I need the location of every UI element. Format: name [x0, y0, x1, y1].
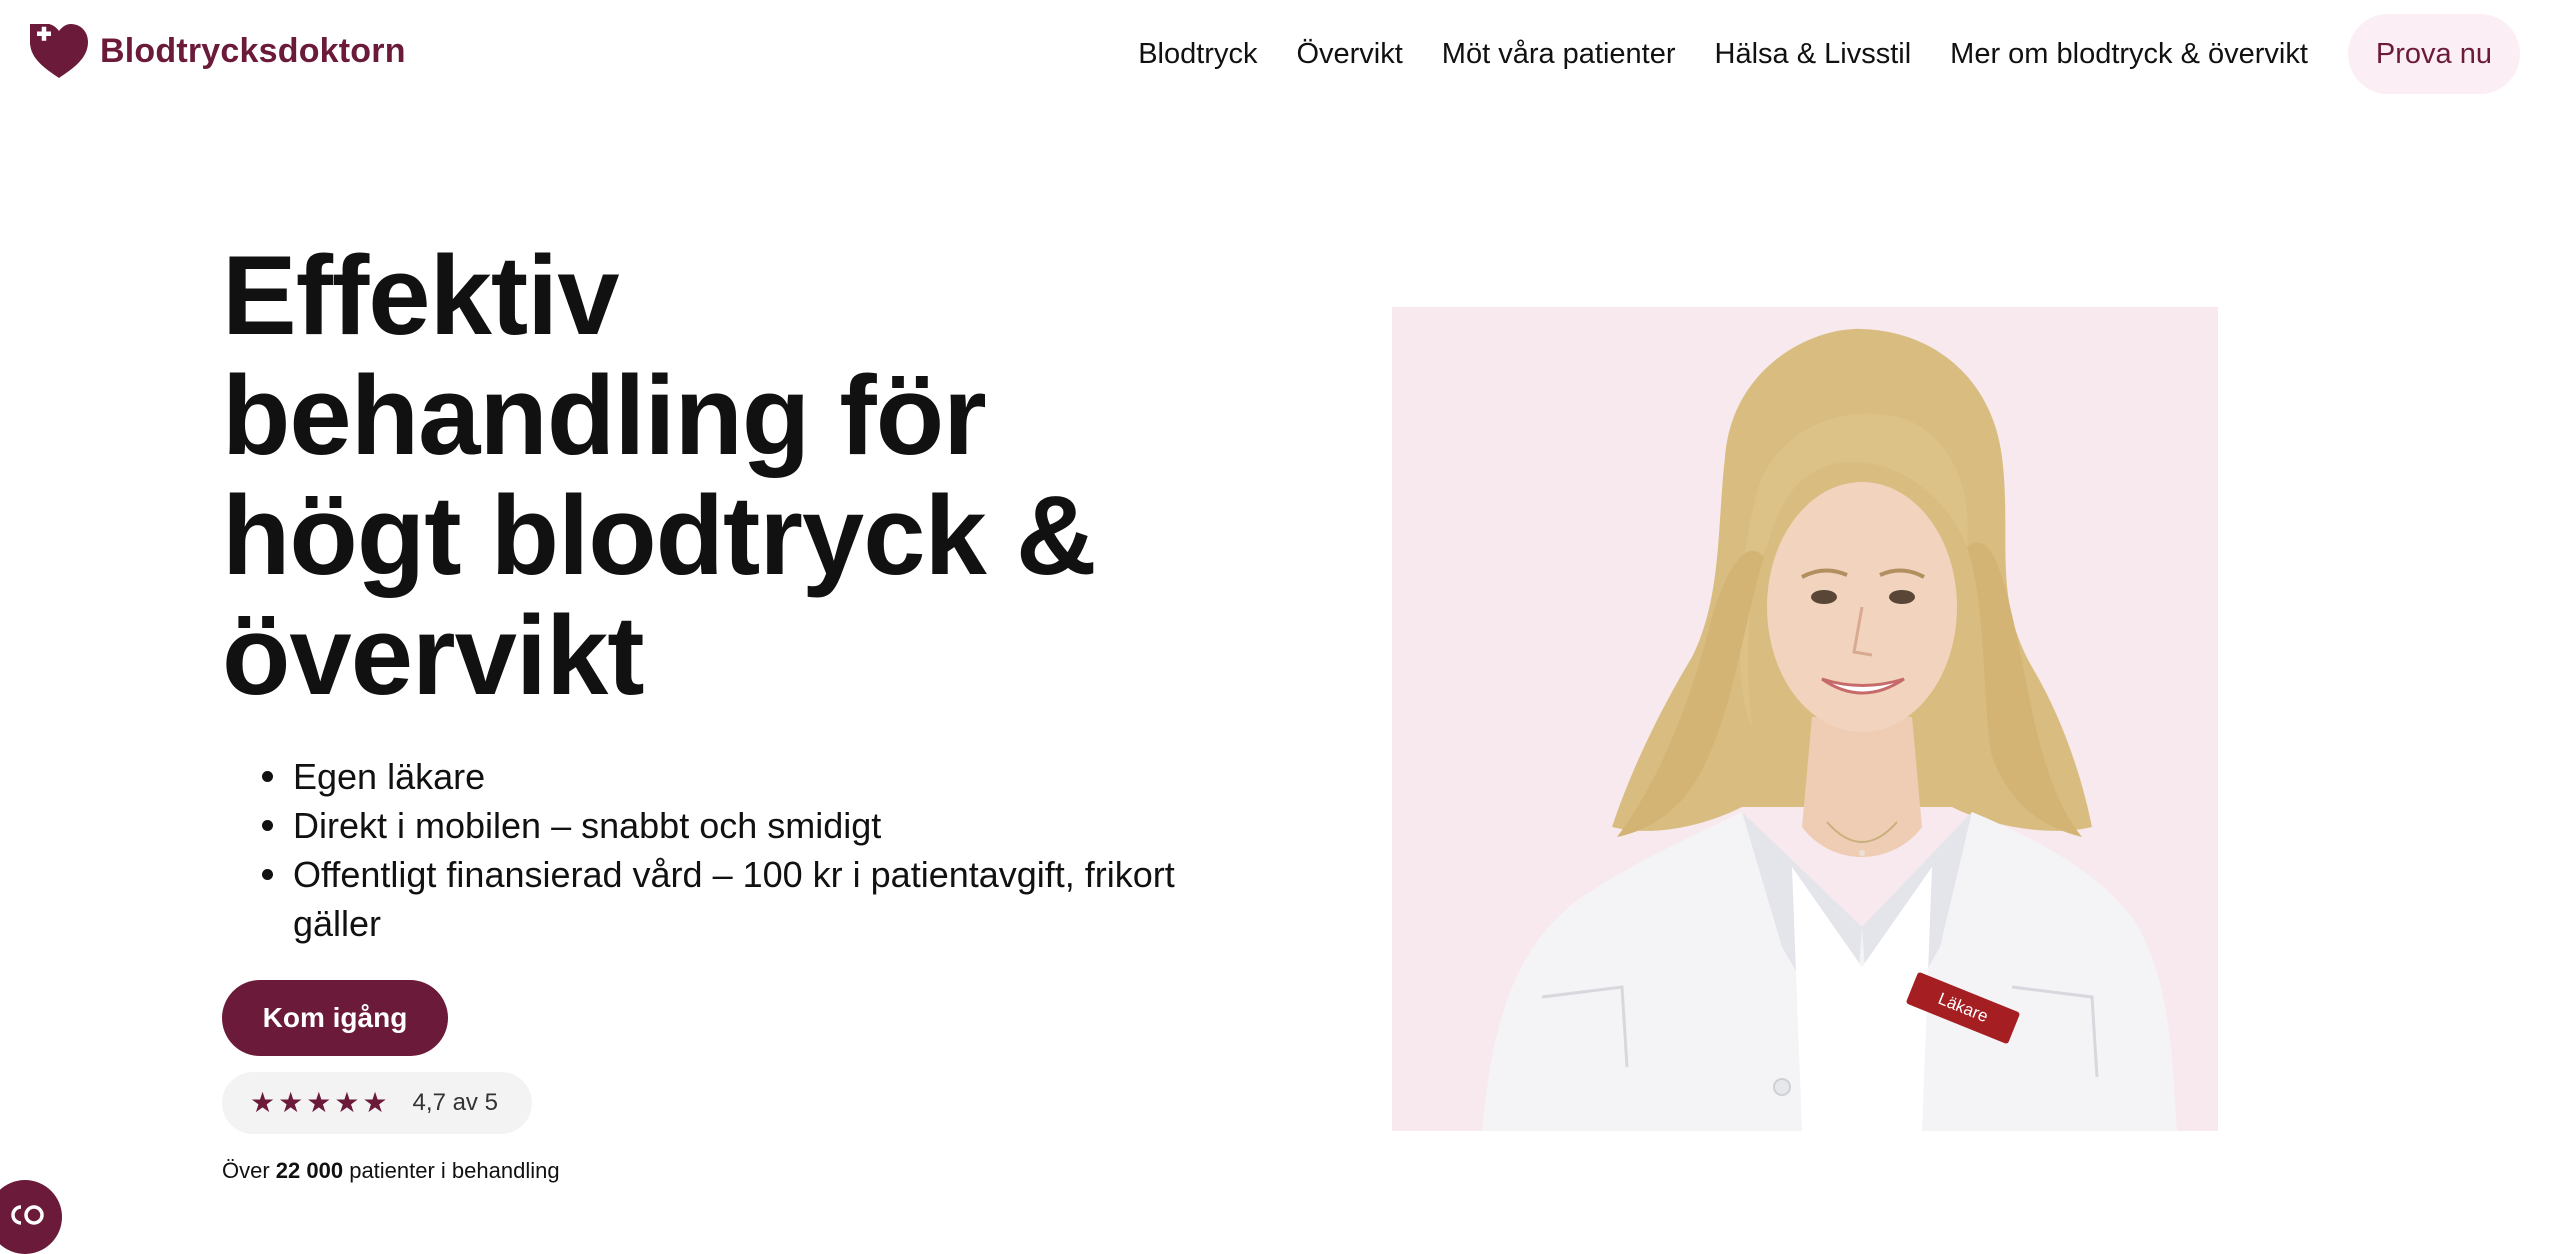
nav-item-halsa[interactable]: Hälsa & Livsstil — [1715, 38, 1912, 71]
bullet-icon — [262, 869, 273, 880]
main-nav: Blodtryck Övervikt Möt våra patienter Hä… — [1099, 14, 2520, 94]
patient-count-suffix: patienter i behandling — [343, 1158, 560, 1183]
hero-title-line: behandling för — [222, 353, 987, 478]
patient-count-number: 22 000 — [275, 1158, 344, 1183]
nav-item-blodtryck[interactable]: Blodtryck — [1138, 38, 1257, 71]
benefit-text-continued: gäller — [293, 903, 382, 944]
chat-icon — [11, 1205, 44, 1225]
rating-badge: ★ ★ ★ ★ ★ 4,7 av 5 — [222, 1072, 532, 1134]
bullet-icon — [262, 771, 273, 782]
logo-text: Blodtrycksdoktorn — [100, 31, 406, 70]
site-header: Blodtrycksdoktorn Blodtryck Övervikt Möt… — [0, 0, 2560, 108]
benefit-text: Direkt i mobilen – snabbt och smidigt — [293, 805, 882, 846]
star-icon: ★ — [334, 1086, 360, 1119]
doctor-image: Läkare — [1392, 307, 2218, 1131]
rating-stars: ★ ★ ★ ★ ★ — [250, 1089, 391, 1117]
get-started-button[interactable]: Kom igång — [222, 980, 448, 1056]
star-icon: ★ — [250, 1086, 276, 1119]
star-icon: ★ — [306, 1086, 332, 1119]
star-icon: ★ — [362, 1086, 388, 1119]
benefit-list: Egen läkare Direkt i mobilen – snabbt oc… — [222, 752, 1362, 948]
nav-item-overvikt[interactable]: Övervikt — [1296, 38, 1402, 71]
nav-item-patienter[interactable]: Möt våra patienter — [1442, 38, 1676, 71]
bullet-icon — [262, 820, 273, 831]
benefit-item: Direkt i mobilen – snabbt och smidigt — [222, 801, 1362, 850]
rating-text: 4,7 av 5 — [412, 1089, 498, 1116]
hero-title-line: övervikt — [222, 593, 645, 718]
hero-title: Effektiv behandling för högt blodtryck &… — [222, 236, 1302, 716]
doctor-portrait-icon — [1482, 328, 2177, 1131]
patient-count-text: Över 22 000 patienter i behandling — [222, 1158, 560, 1184]
benefit-text: Offentligt finansierad vård – 100 kr i p… — [293, 854, 1175, 895]
hero-title-line: Effektiv — [222, 233, 620, 358]
try-now-button[interactable]: Prova nu — [2347, 14, 2520, 94]
benefit-item: Egen läkare — [222, 752, 1362, 801]
benefit-text: Egen läkare — [293, 756, 486, 797]
benefit-item: Offentligt finansierad vård – 100 kr i p… — [222, 850, 1362, 948]
star-icon: ★ — [278, 1086, 304, 1119]
patient-count-prefix: Över — [222, 1158, 276, 1183]
hero-title-line: högt blodtryck & — [222, 473, 1097, 598]
heart-plus-logo-icon — [30, 24, 88, 78]
logo-link[interactable]: Blodtrycksdoktorn — [28, 20, 406, 82]
chat-launcher-button[interactable] — [0, 1180, 62, 1254]
nav-item-mer-om[interactable]: Mer om blodtryck & övervikt — [1950, 38, 2308, 71]
